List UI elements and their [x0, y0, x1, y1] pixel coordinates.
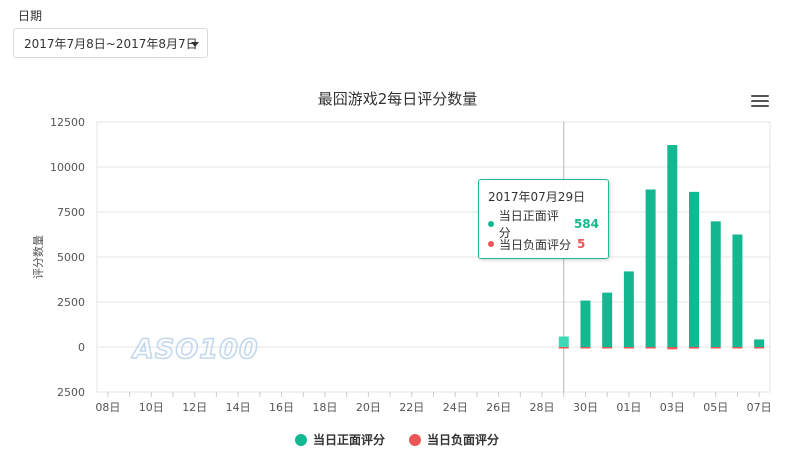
- legend-negative-dot-icon: [409, 433, 421, 446]
- legend-item-negative[interactable]: 当日负面评分: [409, 431, 499, 448]
- y-tick-label: 5000: [57, 251, 85, 264]
- tooltip-negative-label: 当日负面评分: [499, 237, 572, 252]
- x-tick-label: 28日: [530, 401, 555, 414]
- x-tick-label: 16日: [269, 401, 294, 414]
- tooltip-row-negative: 当日负面评分 5: [488, 234, 599, 254]
- positive-bar: [754, 339, 765, 347]
- negative-bar: [667, 347, 678, 350]
- legend-positive-dot-icon: [295, 433, 307, 446]
- x-tick-label: 10日: [139, 401, 164, 414]
- legend-negative-label: 当日负面评分: [427, 433, 500, 447]
- tooltip-negative-value: 5: [577, 237, 586, 251]
- x-tick-label: 30日: [573, 401, 598, 414]
- tooltip-row-positive: 当日正面评分 584: [488, 209, 599, 240]
- positive-bar: [645, 189, 656, 347]
- negative-bar: [689, 347, 700, 349]
- negative-bar: [710, 347, 721, 349]
- positive-bar: [623, 271, 634, 347]
- negative-bar: [580, 347, 591, 349]
- y-axis-label: 评分数量: [32, 235, 45, 279]
- positive-bar: [602, 292, 613, 347]
- y-tick-label: 7500: [57, 206, 85, 219]
- negative-bar: [623, 347, 634, 349]
- x-tick-label: 24日: [443, 401, 468, 414]
- legend-positive-label: 当日正面评分: [313, 433, 386, 447]
- negative-dot-icon: [488, 241, 494, 247]
- positive-bar: [558, 336, 569, 347]
- x-tick-label: 26日: [486, 401, 511, 414]
- positive-bar: [732, 234, 743, 347]
- watermark-logo: ASO100: [131, 334, 259, 365]
- positive-bar: [710, 221, 721, 347]
- x-tick-label: 08日: [95, 401, 120, 414]
- tooltip-positive-value: 584: [573, 217, 599, 231]
- positive-dot-icon: [488, 221, 494, 227]
- x-tick-label: 01日: [616, 401, 641, 414]
- negative-bar: [602, 347, 613, 349]
- bar-chart: 12500 10000 7500 5000 2500 0 2500 评分数量 08日 10日 12日…: [32, 116, 772, 414]
- y-tick-label: 0: [78, 341, 85, 354]
- x-tick-label: 07日: [747, 401, 772, 414]
- negative-bar: [558, 347, 569, 349]
- x-tick-label: 12日: [182, 401, 207, 414]
- tooltip-date: 2017年07月29日: [488, 190, 586, 204]
- y-tick-label: 2500: [57, 296, 85, 309]
- positive-bar: [667, 145, 678, 347]
- x-tick-label: 22日: [399, 401, 424, 414]
- negative-bar: [754, 347, 765, 349]
- y-tick-label: 10000: [50, 161, 85, 174]
- negative-bar: [732, 347, 743, 349]
- x-tick-label: 03日: [660, 401, 685, 414]
- legend-item-positive[interactable]: 当日正面评分: [295, 431, 385, 448]
- x-tick-label: 20日: [356, 401, 381, 414]
- x-tick-label: 05日: [703, 401, 728, 414]
- y-tick-label: 2500: [57, 386, 85, 399]
- x-tick-label: 14日: [226, 401, 251, 414]
- chart-tooltip: 2017年07月29日 当日正面评分 584 当日负面评分 5: [478, 179, 609, 259]
- negative-bar: [645, 347, 656, 349]
- x-tick-label: 18日: [312, 401, 337, 414]
- positive-bar: [689, 191, 700, 347]
- y-tick-label: 12500: [50, 116, 85, 129]
- positive-bar: [580, 300, 591, 347]
